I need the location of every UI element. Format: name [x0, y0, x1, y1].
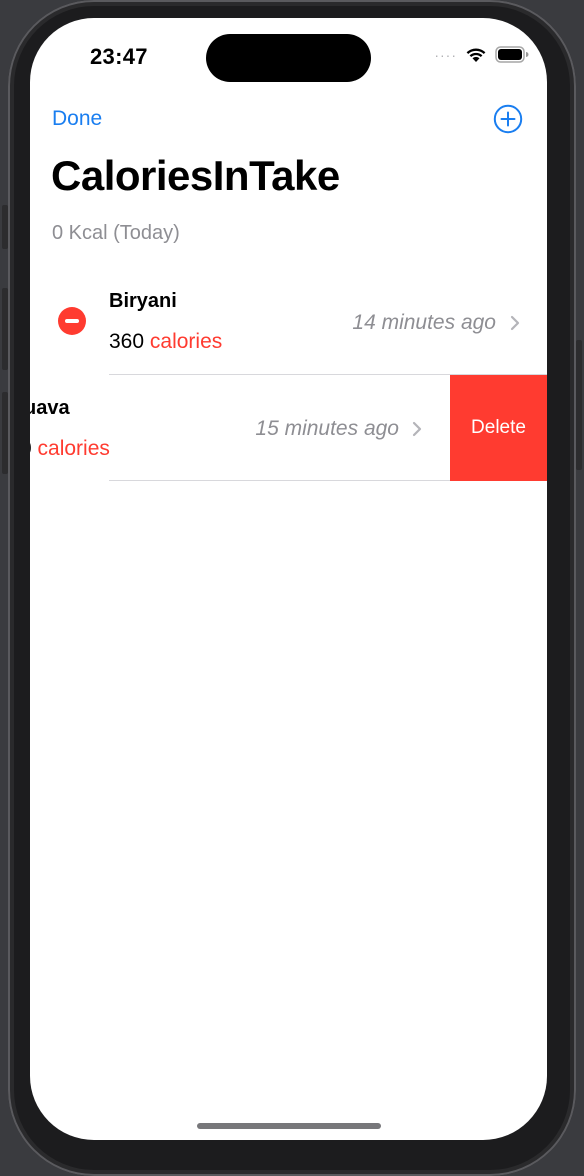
done-button[interactable]: Done [52, 107, 102, 131]
cellular-signal-icon: ···· [434, 46, 457, 63]
calorie-value: 360 [109, 330, 145, 353]
calorie-count: 360 calories [109, 330, 222, 354]
food-name: uava [30, 397, 70, 419]
page-title: CaloriesInTake [51, 152, 340, 199]
delete-button[interactable]: Delete [450, 375, 547, 481]
calorie-unit: calories [37, 437, 110, 460]
chevron-right-icon [510, 315, 520, 331]
delete-minus-icon[interactable] [58, 307, 86, 335]
status-time: 23:47 [90, 44, 148, 69]
wifi-icon [466, 48, 486, 62]
row-separator [109, 480, 450, 481]
time-ago: 15 minutes ago [255, 417, 399, 440]
volume-down-button [2, 392, 8, 474]
chevron-right-icon [412, 421, 422, 437]
action-button [2, 205, 8, 249]
power-button [576, 340, 582, 470]
calorie-value: 0 [30, 437, 32, 460]
volume-up-button [2, 288, 8, 370]
calorie-unit: calories [149, 330, 223, 353]
calorie-count: 0 calories [30, 437, 110, 461]
time-ago: 14 minutes ago [352, 311, 496, 334]
dynamic-island [206, 34, 371, 82]
screen: 23:47 ···· Done CaloriesInTake 0 Kcal (T… [30, 18, 547, 1140]
battery-icon [495, 46, 529, 63]
daily-total: 0 Kcal (Today) [52, 222, 180, 244]
list-item[interactable]: Biryani 360 calories 14 minutes ago [30, 269, 547, 375]
status-icons: ···· [434, 46, 529, 63]
food-name: Biryani [109, 290, 177, 312]
home-indicator[interactable] [197, 1123, 381, 1129]
plus-circle-icon[interactable] [493, 104, 523, 134]
